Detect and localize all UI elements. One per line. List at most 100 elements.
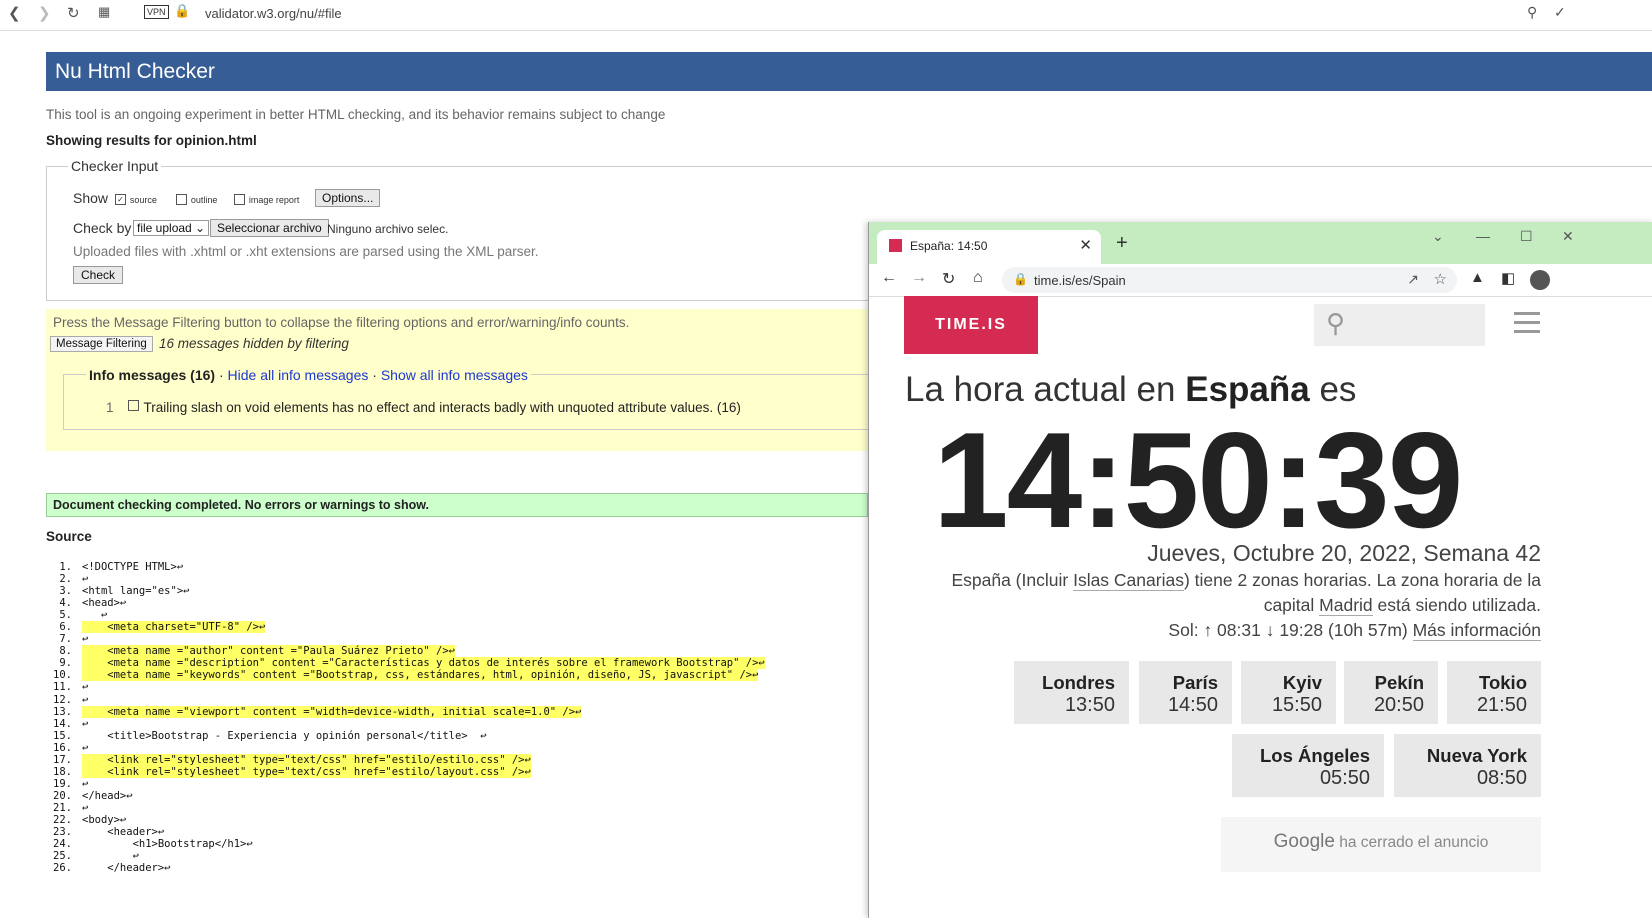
tab-close-icon[interactable]: ✕ xyxy=(1079,236,1092,254)
source-line: 23. <header>↩ xyxy=(52,826,765,838)
forward-icon[interactable]: ❯ xyxy=(38,4,51,22)
message-filtering-button[interactable]: Message Filtering xyxy=(50,336,153,352)
hide-info-link[interactable]: Hide all info messages xyxy=(228,367,369,383)
line-number: 15. xyxy=(53,729,72,742)
search-zoom-icon[interactable]: ⚲ xyxy=(1527,4,1537,21)
city-clock-kyiv[interactable]: Kyiv 15:50 xyxy=(1241,661,1336,724)
tab-search-icon[interactable]: ⌄ xyxy=(1432,228,1444,245)
line-number: 17. xyxy=(53,753,72,766)
line-number: 24. xyxy=(53,838,72,851)
show-info-link[interactable]: Show all info messages xyxy=(381,367,528,383)
show-image-report-option[interactable]: image report xyxy=(234,190,299,206)
back-icon[interactable]: ❮ xyxy=(8,4,21,22)
current-time: 14:50:39 xyxy=(933,404,1463,556)
info-message-row: 1 Trailing slash on void elements has no … xyxy=(106,400,741,415)
line-code: ↩ xyxy=(82,717,89,730)
back-icon[interactable]: ← xyxy=(881,269,897,287)
source-line: 13. <meta name ="viewport" content ="wid… xyxy=(52,705,765,718)
source-line: 3. <html lang="es">↩ xyxy=(52,585,765,597)
new-tab-icon[interactable]: + xyxy=(1116,232,1128,255)
line-code: <meta name ="keywords" content ="Bootstr… xyxy=(82,669,759,682)
source-heading: Source xyxy=(46,529,92,544)
madrid-link[interactable]: Madrid xyxy=(1319,595,1373,616)
line-code: <title>Bootstrap - Experiencia y opinión… xyxy=(82,729,487,742)
home-icon[interactable]: ⌂ xyxy=(973,269,983,287)
source-line: 5. ↩ xyxy=(52,609,765,621)
canarias-link[interactable]: Islas Canarias xyxy=(1073,570,1184,591)
avatar[interactable] xyxy=(1530,270,1550,290)
reload-icon[interactable]: ↻ xyxy=(67,4,80,22)
line-code: <meta name ="description" content ="Cara… xyxy=(82,657,765,670)
line-code: <header>↩ xyxy=(82,826,165,839)
line-code: ↩ xyxy=(82,777,89,790)
line-number: 18. xyxy=(53,765,72,778)
city-clock-londres[interactable]: Londres 13:50 xyxy=(1014,661,1129,724)
minimize-icon[interactable]: — xyxy=(1476,228,1490,244)
city-clock-tokio[interactable]: Tokio 21:50 xyxy=(1447,661,1541,724)
no-file-text: Ninguno archivo selec. xyxy=(327,222,449,236)
star-icon[interactable]: ☆ xyxy=(1434,270,1447,288)
source-line: 17. <link rel="stylesheet" type="text/cs… xyxy=(52,753,765,766)
city-clock-nueva-york[interactable]: Nueva York 08:50 xyxy=(1394,734,1541,797)
source-line: 15. <title>Bootstrap - Experiencia y opi… xyxy=(52,730,765,742)
line-number: 26. xyxy=(53,862,72,875)
source-line: 10. <meta name ="keywords" content ="Boo… xyxy=(52,669,765,682)
city-clock-pekin[interactable]: Pekín 20:50 xyxy=(1344,661,1438,724)
site-search-box[interactable]: ⚲ xyxy=(1314,304,1485,346)
check-by-select[interactable]: file upload ⌄ xyxy=(133,220,210,236)
line-code: ↩ xyxy=(82,693,89,706)
line-code: <link rel="stylesheet" type="text/css" h… xyxy=(82,753,531,766)
page-title: Nu Html Checker xyxy=(55,60,215,83)
browser-toolbar: ❮ ❯ ↻ ▦ VPN 🔒 validator.w3.org/nu/#file … xyxy=(0,0,1652,31)
grid-icon[interactable]: ▦ xyxy=(98,4,110,20)
results-heading: Showing results for opinion.html xyxy=(46,133,257,148)
line-number: 6. xyxy=(59,621,72,634)
source-line: 20. </head>↩ xyxy=(52,790,765,802)
timeis-logo[interactable]: TIME.IS xyxy=(904,296,1038,354)
menu-icon[interactable] xyxy=(1514,312,1540,339)
share-icon[interactable]: ↗ xyxy=(1407,271,1419,288)
source-line: 2. ↩ xyxy=(52,573,765,585)
line-code: ↩ xyxy=(82,741,89,754)
pin-icon[interactable]: ✓ xyxy=(1554,4,1566,21)
source-line: 19. ↩ xyxy=(52,778,765,790)
intro-text: This tool is an ongoing experiment in be… xyxy=(46,107,666,122)
line-code: <h1>Bootstrap</h1>↩ xyxy=(82,838,253,851)
line-number: 12. xyxy=(53,693,72,706)
options-button[interactable]: Options... xyxy=(315,189,381,207)
source-line: 7. ↩ xyxy=(52,633,765,645)
line-code: ↩ xyxy=(82,681,89,694)
line-number: 19. xyxy=(53,777,72,790)
show-source-option[interactable]: ✓ source xyxy=(115,190,157,206)
source-checkbox[interactable]: ✓ xyxy=(115,193,126,205)
info-message-number: 1 xyxy=(106,400,114,415)
more-info-link[interactable]: Más información xyxy=(1412,620,1541,641)
show-outline-option[interactable]: outline xyxy=(176,190,217,206)
close-window-icon[interactable]: ✕ xyxy=(1562,228,1574,245)
forward-icon[interactable]: → xyxy=(911,269,927,287)
address-bar[interactable]: 🔒 time.is/es/Spain ↗ ☆ xyxy=(1002,267,1457,293)
tab-time-is[interactable]: España: 14:50 ✕ xyxy=(877,230,1101,264)
image-report-checkbox[interactable] xyxy=(234,193,245,205)
reload-icon[interactable]: ↻ xyxy=(942,269,955,289)
source-line: 21. ↩ xyxy=(52,802,765,814)
maximize-icon[interactable]: ☐ xyxy=(1520,228,1533,245)
line-number: 16. xyxy=(53,741,72,754)
vpn-badge[interactable]: VPN xyxy=(144,5,169,19)
select-file-button[interactable]: Seleccionar archivo xyxy=(210,219,329,237)
info-message-text: Trailing slash on void elements has no e… xyxy=(143,400,741,415)
sidebar-icon[interactable]: ◧ xyxy=(1501,269,1515,287)
checker-input-legend: Checker Input xyxy=(68,158,162,174)
city-clock-paris[interactable]: París 14:50 xyxy=(1139,661,1232,724)
check-button[interactable]: Check xyxy=(73,266,124,284)
xml-note: Uploaded files with .xhtml or .xht exten… xyxy=(73,244,539,259)
current-date: Jueves, Octubre 20, 2022, Semana 42 xyxy=(1147,540,1541,566)
tab-bar: España: 14:50 ✕ + ⌄ — ☐ ✕ xyxy=(869,222,1652,264)
city-clock-los-angeles[interactable]: Los Ángeles 05:50 xyxy=(1232,734,1384,797)
extensions-icon[interactable]: ▲ xyxy=(1470,269,1485,286)
outline-checkbox[interactable] xyxy=(176,193,187,205)
line-number: 5. xyxy=(59,609,72,622)
address-bar[interactable]: validator.w3.org/nu/#file xyxy=(205,6,342,21)
line-code: ↩ xyxy=(82,801,89,814)
info-message-checkbox[interactable] xyxy=(127,400,139,411)
